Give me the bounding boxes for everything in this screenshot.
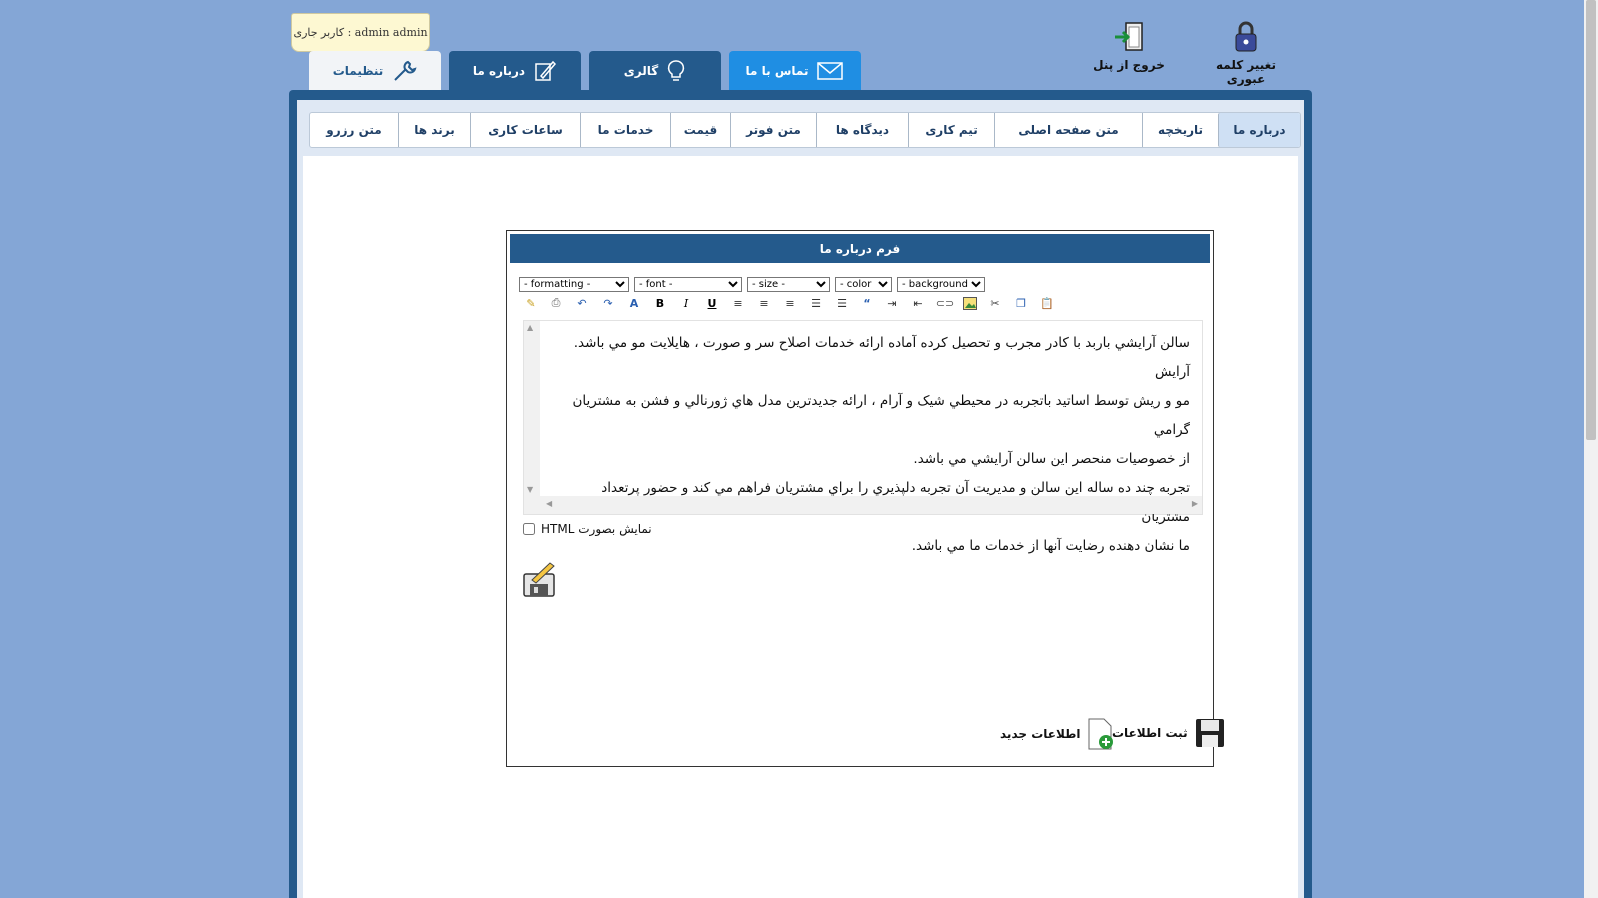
subtab-brands[interactable]: برند ها [398,113,470,147]
new-record-label: اطلاعات جديد [1000,727,1081,741]
lightbulb-icon [668,60,685,81]
subtab-label: متن فوتر [746,123,801,137]
scroll-up-arrow-icon[interactable]: ▲ [527,323,533,332]
subtab-team[interactable]: تيم كاری [908,113,994,147]
spellcheck-icon[interactable]: A [626,295,642,311]
exit-door-icon [1115,22,1143,51]
current-user-badge: admin admin : كاربر جاری [291,13,430,52]
tab-gallery[interactable]: گالری [589,51,721,91]
align-center-icon[interactable]: ≡ [756,295,772,311]
italic-icon[interactable]: I [678,295,694,311]
subtab-label: برند ها [414,123,455,137]
envelope-icon [817,62,844,80]
print-icon[interactable]: ⎙ [548,295,564,311]
form-header: فرم درباره ما [510,234,1210,263]
align-right-icon[interactable]: ≡ [782,295,798,311]
current-user-label: admin admin : كاربر جاری [293,26,428,39]
subtab-label: تيم كاری [925,123,978,137]
subtab-label: ساعات كاری [488,123,563,137]
subtab-price[interactable]: قيمت [670,113,730,147]
save-button[interactable]: ثبت اطلاعات [1112,717,1226,749]
change-password-label: تغيير كلمه عبوری [1216,58,1276,86]
editor-line: سالن آرايشي باربد با كادر مجرب و تحصيل ك… [573,335,1190,380]
underline-icon[interactable]: U [704,295,720,311]
tab-contact-us-label: تماس با ما [745,64,809,78]
logout-button[interactable]: خروج از پنل [1091,20,1167,72]
html-mode-checkbox[interactable] [523,523,535,535]
edit-icon [535,60,557,81]
formatting-select[interactable]: - formatting - [519,277,629,292]
editor-line: ما نشان دهنده رضايت آنها از خدمات ما مي … [911,538,1190,554]
subtab-label: متن رزرو [326,123,382,137]
tab-settings[interactable]: تنظيمات [309,51,441,91]
blockquote-icon[interactable]: “ [859,295,875,311]
page-scrollbar[interactable] [1584,0,1598,898]
cut-icon[interactable]: ✂ [987,295,1003,311]
subtab-history[interactable]: تاريخچه [1142,113,1218,147]
tab-about-us[interactable]: درباره ما [449,51,581,91]
background-select[interactable]: - background - [897,277,985,292]
unordered-list-icon[interactable]: ☰ [834,295,850,311]
tab-about-us-label: درباره ما [472,64,526,78]
save-label: ثبت اطلاعات [1112,726,1188,740]
page-scrollbar-thumb[interactable] [1586,0,1596,440]
lock-icon [1235,21,1257,52]
image-icon[interactable] [962,295,978,311]
clean-format-icon[interactable]: ✎ [523,295,539,311]
floppy-disk-icon [1195,719,1224,747]
undo-icon[interactable]: ↶ [574,295,590,311]
subtab-label: خدمات ما [597,123,654,137]
editor-horizontal-scrollbar[interactable]: ◀ ▶ [524,496,1202,514]
outdent-icon[interactable]: ⇤ [910,295,926,311]
tab-contact-us[interactable]: تماس با ما [729,51,861,91]
scroll-left-arrow-icon[interactable]: ◀ [546,499,552,508]
link-icon[interactable]: ⊂⊃ [936,295,954,311]
scroll-right-arrow-icon[interactable]: ▶ [1192,499,1198,508]
edit-save-icon[interactable] [520,560,560,604]
redo-icon[interactable]: ↷ [600,295,616,311]
logout-label: خروج از پنل [1093,58,1165,72]
copy-icon[interactable]: ❐ [1013,295,1029,311]
font-select[interactable]: - font - [634,277,742,292]
new-record-button[interactable]: اطلاعات جديد [1000,717,1116,751]
tab-settings-label: تنظيمات [332,64,384,78]
subtab-label: تاريخچه [1158,123,1203,137]
subtab-home-text[interactable]: متن صفحه اصلی [994,113,1142,147]
subtab-working-hours[interactable]: ساعات كاری [470,113,580,147]
indent-icon[interactable]: ⇥ [884,295,900,311]
change-password-button[interactable]: تغيير كلمه عبوری [1196,20,1296,86]
rich-text-editor[interactable]: ▲ ▼ سالن آرايشي باربد با كادر مجرب و تحص… [523,320,1203,554]
form-title: فرم درباره ما [819,241,901,256]
subtab-reviews[interactable]: ديدگاه ها [816,113,908,147]
wrench-icon [394,60,417,81]
subtab-label: درباره ما [1233,123,1286,137]
subtab-label: ديدگاه ها [835,123,890,137]
subtab-reservation-text[interactable]: متن رزرو [310,113,398,147]
paste-icon[interactable]: 📋 [1039,295,1055,311]
ordered-list-icon[interactable]: ☰ [808,295,824,311]
html-mode-toggle[interactable]: نمايش بصورت HTML [523,522,652,536]
editor-line: مو و ريش توسط اساتيد باتجربه در محيطي شي… [572,393,1191,438]
editor-vertical-scrollbar[interactable]: ▲ ▼ [524,321,540,496]
sub-tabs-bar: درباره ما تاريخچه متن صفحه اصلی تيم كاری… [309,112,1301,148]
align-left-icon[interactable]: ≡ [730,295,746,311]
subtab-about-us[interactable]: درباره ما [1218,113,1300,147]
add-document-icon [1088,718,1114,750]
subtab-footer-text[interactable]: متن فوتر [730,113,816,147]
bold-icon[interactable]: B [652,295,668,311]
subtab-label: قيمت [683,123,718,137]
html-mode-label: نمايش بصورت HTML [541,522,652,536]
color-select[interactable]: - color - [835,277,892,292]
subtab-label: متن صفحه اصلی [1018,123,1119,137]
editor-line: از خصوصيات منحصر اين سالن آرايشي مي باشد… [913,451,1190,467]
tab-gallery-label: گالری [623,64,659,78]
subtab-services[interactable]: خدمات ما [580,113,670,147]
scroll-down-arrow-icon[interactable]: ▼ [527,485,533,494]
size-select[interactable]: - size - [747,277,830,292]
